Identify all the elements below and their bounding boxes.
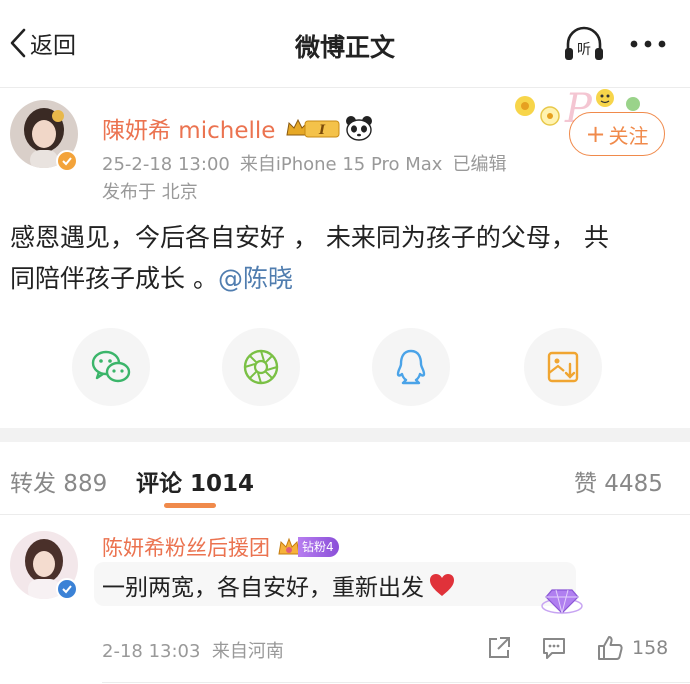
- more-dots-icon: [630, 40, 666, 48]
- plus-icon: +: [585, 120, 606, 148]
- comment-text-content: 一别两宽，各自安好，重新出发: [102, 575, 424, 601]
- tab-likes[interactable]: 赞 4485: [574, 464, 663, 498]
- follow-button[interactable]: + 关注: [569, 112, 665, 156]
- share-external-icon: [489, 637, 510, 658]
- share-moments-button[interactable]: [222, 328, 300, 406]
- crown-badge-text: I: [318, 123, 326, 138]
- top-nav-bar: 返回 微博正文 听: [0, 0, 690, 88]
- fan-level-badge[interactable]: 钻粉4: [276, 535, 339, 559]
- verified-badge-icon: [56, 150, 78, 172]
- tab-comments[interactable]: 评论 1014: [136, 464, 254, 498]
- comment-meta: 2-18 13:03 来自河南: [102, 637, 284, 663]
- panda-icon: [346, 116, 373, 141]
- comment-location: 来自河南: [211, 641, 284, 662]
- listen-label: 听: [577, 42, 591, 58]
- edited-label[interactable]: 已编辑: [452, 154, 506, 175]
- commenter-verified-badge-icon: [56, 578, 78, 600]
- post-meta: 25-2-18 13:00 来自iPhone 15 Pro Max 已编辑: [102, 150, 516, 176]
- tab-repost[interactable]: 转发 889: [10, 464, 107, 498]
- post-text: 感恩遇见，今后各自安好 ， 未来同为孩子的父母， 共同陪伴孩子成长 。@陈晓: [10, 217, 630, 299]
- comment-like-button[interactable]: 158: [596, 632, 668, 664]
- fan-badge-label: 钻粉4: [298, 537, 339, 557]
- mention-link[interactable]: @陈晓: [218, 264, 293, 293]
- crown-membership-badge-icon[interactable]: I: [283, 115, 341, 141]
- heart-emoji-icon: [430, 574, 454, 596]
- qq-icon: [396, 349, 426, 385]
- commenter-name[interactable]: 陈妍希粉丝后援团: [102, 532, 270, 562]
- save-image-icon: [547, 351, 579, 383]
- moments-icon: [243, 349, 279, 385]
- author-row: 陳妍希 michelle I: [102, 111, 373, 145]
- post-location: 发布于 北京: [102, 182, 198, 203]
- post-text-content: 感恩遇见，今后各自安好 ， 未来同为孩子的父母， 共同陪伴孩子成长 。: [10, 223, 609, 293]
- diamond-gem-icon: [541, 589, 583, 615]
- wechat-icon: [91, 350, 131, 383]
- listen-button[interactable]: 听: [560, 22, 608, 66]
- comment-divider: [102, 682, 690, 683]
- author-name[interactable]: 陳妍希 michelle: [102, 111, 275, 145]
- share-qq-button[interactable]: [372, 328, 450, 406]
- comment-time: 2-18 13:03: [102, 641, 201, 662]
- thumbs-up-icon: [598, 636, 623, 660]
- comment-share-button[interactable]: [485, 632, 513, 664]
- more-options-button[interactable]: [624, 30, 672, 58]
- comment-reply-button[interactable]: [540, 632, 568, 664]
- comment-like-count: 158: [632, 637, 669, 659]
- comment-bubble-icon: [543, 638, 565, 659]
- commenter-name-row: 陈妍希粉丝后援团 钻粉4: [102, 532, 339, 562]
- post-source: 来自iPhone 15 Pro Max: [239, 154, 443, 175]
- active-tab-indicator: [164, 503, 216, 508]
- follow-label: 关注: [608, 123, 649, 148]
- comment-text: 一别两宽，各自安好，重新出发: [102, 568, 456, 602]
- headphones-icon: 听: [565, 26, 603, 60]
- save-image-button[interactable]: [524, 328, 602, 406]
- post-date: 25-2-18 13:00: [102, 154, 230, 175]
- section-divider: [0, 428, 690, 442]
- share-wechat-button[interactable]: [72, 328, 150, 406]
- tabs-divider: [0, 514, 690, 515]
